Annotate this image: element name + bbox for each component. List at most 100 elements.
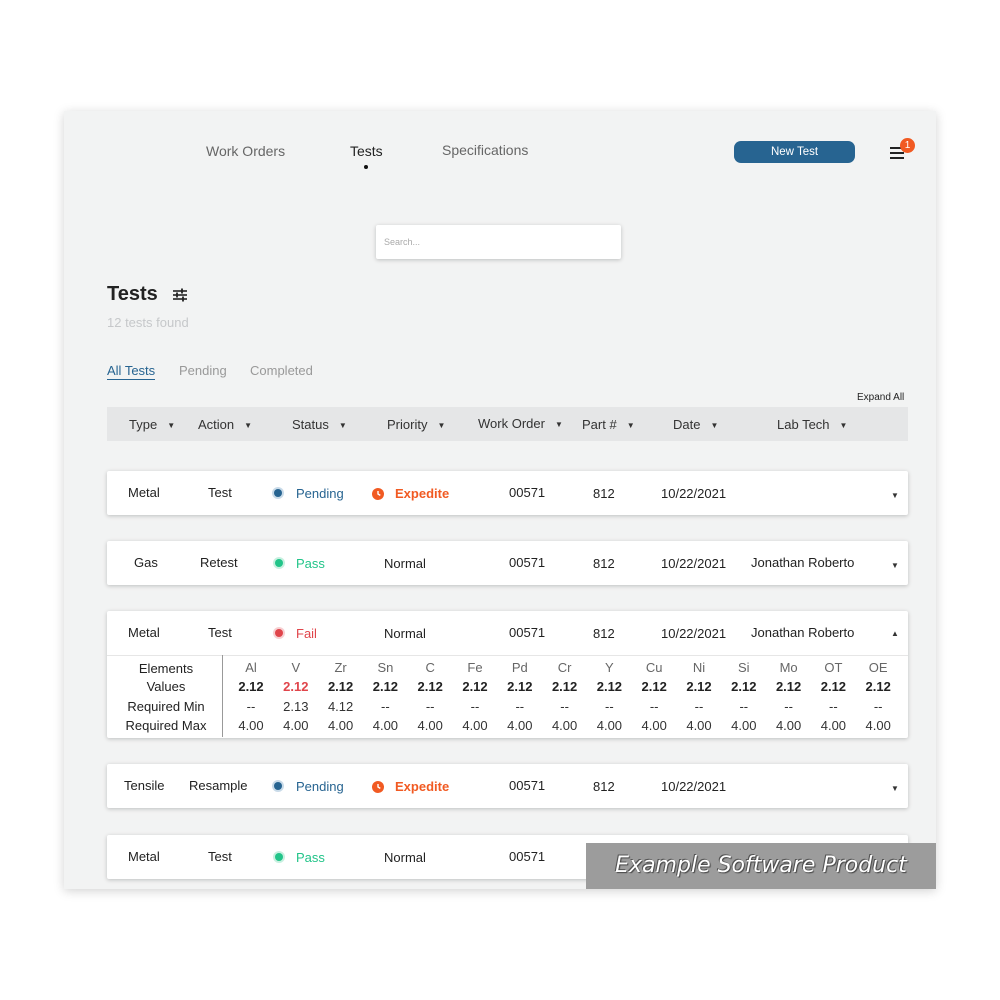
element-value: 2.12 <box>551 679 578 694</box>
element-required-min: -- <box>470 699 480 714</box>
cell-action: Test <box>208 849 232 864</box>
element-name: Pd <box>511 660 528 675</box>
element-value: 2.12 <box>686 679 712 694</box>
new-test-button[interactable]: New Test <box>734 141 855 163</box>
tab-completed[interactable]: Completed <box>250 363 313 378</box>
cell-status: Fail <box>296 626 317 641</box>
table-header: Type ▼ Action ▼ Status ▼ Priority ▼ Work Ord… <box>107 407 908 441</box>
caret-down-icon: ▼ <box>338 421 347 430</box>
caret-down-icon: ▼ <box>167 421 176 430</box>
cell-date: 10/22/2021 <box>661 626 727 641</box>
element-name: Fe <box>467 660 483 675</box>
tab-all-tests[interactable]: All Tests <box>107 363 156 380</box>
element-required-max: 4.00 <box>327 718 354 733</box>
expand-caret-icon[interactable]: ▼ <box>891 561 899 570</box>
cell-action: Retest <box>200 555 238 570</box>
column-header-type[interactable]: Type ▼ <box>129 417 175 432</box>
element-required-max: 4.00 <box>686 718 712 733</box>
column-label: Status <box>292 417 329 432</box>
table-row-expanded[interactable]: Metal Test Fail Normal 00571 812 10/22/2… <box>107 611 908 738</box>
caret-down-icon: ▼ <box>710 421 719 430</box>
expand-caret-icon[interactable]: ▼ <box>891 491 899 500</box>
element-name: Si <box>738 660 750 675</box>
element-name: OT <box>824 660 843 675</box>
element-required-min: -- <box>560 699 569 714</box>
table-row[interactable]: Gas Retest Pass Normal 00571 812 10/22/2… <box>107 541 908 585</box>
results-count: 12 tests found <box>107 315 189 330</box>
active-nav-indicator <box>364 165 368 169</box>
element-name: Sn <box>377 660 394 675</box>
cell-lab-tech: Jonathan Roberto <box>751 625 855 640</box>
table-row[interactable]: Tensile Resample Pending Expedite 00571 … <box>107 764 908 808</box>
cell-action: Test <box>208 485 232 500</box>
element-required-max: 4.00 <box>372 718 399 733</box>
detail-label-elements: Elements <box>138 661 194 676</box>
cell-type: Metal <box>128 485 160 500</box>
element-required-min: -- <box>784 699 793 714</box>
element-required-min: 2.13 <box>283 699 309 714</box>
element-required-min: -- <box>425 699 435 714</box>
column-header-action[interactable]: Action ▼ <box>198 417 252 432</box>
cell-work-order: 00571 <box>509 778 546 793</box>
collapse-caret-icon[interactable]: ▲ <box>891 629 899 638</box>
element-value: 2.12 <box>641 679 667 694</box>
column-header-lab-tech[interactable]: Lab Tech ▼ <box>777 417 847 432</box>
cell-part: 812 <box>593 556 615 571</box>
element-value: 2.12 <box>731 679 757 694</box>
nav-work-orders[interactable]: Work Orders <box>206 143 285 159</box>
table-row[interactable]: Metal Test Pending Expedite 00571 812 10… <box>107 471 908 515</box>
column-label: Lab Tech <box>777 417 830 432</box>
column-label: Part # <box>582 417 617 432</box>
element-required-max: 4.00 <box>820 718 847 733</box>
element-required-max: 4.00 <box>641 718 667 733</box>
nav-tests[interactable]: Tests <box>350 143 383 159</box>
element-required-min: -- <box>739 699 749 714</box>
cell-priority: Expedite <box>395 486 450 501</box>
watermark: Example Software Product <box>586 843 936 889</box>
element-required-max: 4.00 <box>731 718 757 733</box>
expand-all-button[interactable]: Expand All <box>857 392 904 403</box>
element-name: Cu <box>645 660 663 675</box>
column-header-work-order[interactable]: Work Order ▼ <box>478 416 563 431</box>
detail-label-required-max: Required Max <box>125 718 207 733</box>
element-name: V <box>291 660 301 675</box>
search-input[interactable] <box>376 225 621 259</box>
clock-icon <box>372 781 384 793</box>
column-header-part[interactable]: Part # ▼ <box>582 417 635 432</box>
cell-priority: Expedite <box>395 779 450 794</box>
cell-date: 10/22/2021 <box>661 486 727 501</box>
column-header-date[interactable]: Date ▼ <box>673 417 718 432</box>
expand-caret-icon[interactable]: ▼ <box>891 784 899 793</box>
element-required-max: 4.00 <box>775 718 802 733</box>
element-value: 2.12 <box>327 679 354 694</box>
element-name: Al <box>245 660 257 675</box>
element-required-min: 4.12 <box>327 699 354 714</box>
element-value: 2.12 <box>372 679 399 694</box>
status-fail-icon <box>275 629 283 637</box>
element-value: 2.12 <box>507 679 533 694</box>
cell-action: Resample <box>189 778 248 793</box>
cell-type: Metal <box>128 625 160 640</box>
tab-pending[interactable]: Pending <box>179 363 227 378</box>
element-value: 2.12 <box>238 679 264 694</box>
detail-divider <box>222 655 223 737</box>
element-name: OE <box>868 660 888 675</box>
element-required-max: 4.00 <box>596 718 623 733</box>
column-label: Date <box>673 417 701 432</box>
cell-status: Pending <box>296 779 344 794</box>
column-header-status[interactable]: Status ▼ <box>292 417 347 432</box>
element-required-min: -- <box>381 699 390 714</box>
column-header-priority[interactable]: Priority ▼ <box>387 417 445 432</box>
cell-type: Gas <box>134 555 158 570</box>
element-required-max: 4.00 <box>238 718 264 733</box>
element-value: 2.12 <box>283 679 309 694</box>
element-name: Y <box>605 660 614 675</box>
page-title: Tests <box>107 283 158 305</box>
nav-specifications[interactable]: Specifications <box>442 142 528 158</box>
element-required-min: -- <box>829 699 838 714</box>
cell-priority: Normal <box>384 556 426 571</box>
element-name: Zr <box>334 660 347 675</box>
element-required-min: -- <box>515 699 525 714</box>
element-name: C <box>425 660 435 675</box>
filter-sliders-icon[interactable] <box>171 286 189 304</box>
